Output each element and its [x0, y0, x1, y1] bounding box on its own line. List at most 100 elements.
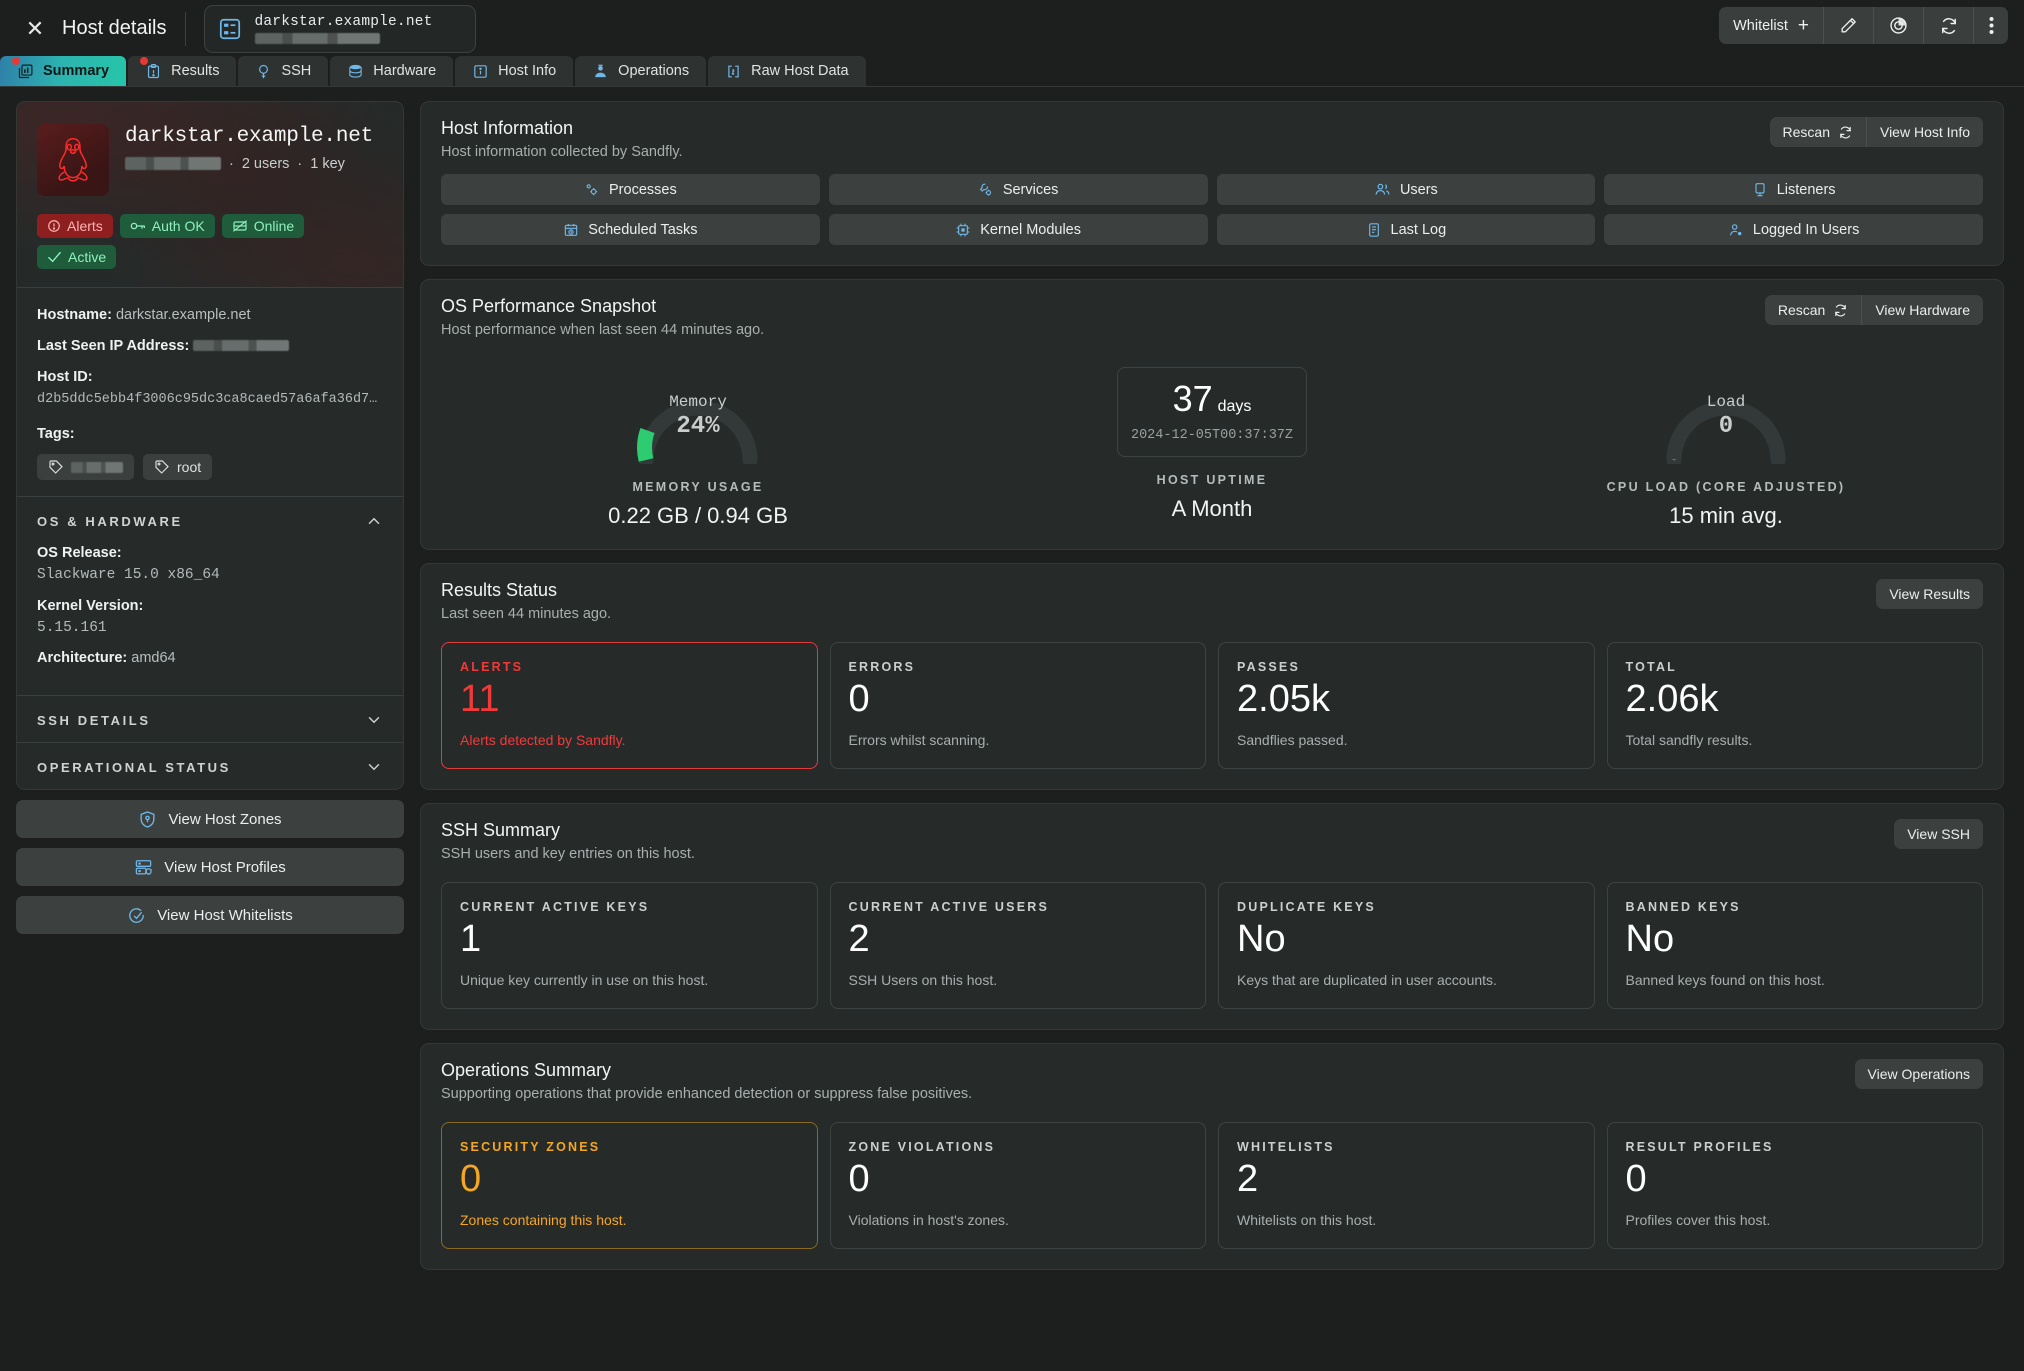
scan-target-button[interactable]: [1874, 7, 1924, 44]
stat-description: Banned keys found on this host.: [1625, 971, 1825, 988]
database-icon: [347, 63, 364, 80]
accordion-title: OS & HARDWARE: [37, 513, 183, 529]
panel-actions: Rescan View Hardware: [1764, 295, 1983, 325]
stat-label: SECURITY ZONES: [460, 1139, 601, 1154]
view-ssh-button[interactable]: View SSH: [1894, 818, 1983, 849]
view-hardware-button[interactable]: View Hardware: [1862, 295, 1983, 325]
edit-button[interactable]: [1824, 7, 1874, 44]
memory-gauge-value: 24%: [676, 412, 720, 440]
stat-label: RESULT PROFILES: [1625, 1139, 1774, 1154]
stat-card-whitelists[interactable]: WHITELISTS 2 Whitelists on this host.: [1218, 1121, 1595, 1249]
more-options-button[interactable]: [1974, 7, 2008, 44]
processes-button[interactable]: Processes: [441, 174, 820, 205]
listeners-button[interactable]: Listeners: [1604, 174, 1983, 205]
panel-subtitle: Supporting operations that provide enhan…: [441, 1085, 973, 1102]
view-host-info-button[interactable]: View Host Info: [1867, 117, 1983, 147]
field-label: Architecture:: [37, 650, 128, 667]
stat-card-duplicate-keys[interactable]: DUPLICATE KEYS No Keys that are duplicat…: [1218, 881, 1595, 1009]
panel-subtitle: Host performance when last seen 44 minut…: [441, 322, 765, 338]
close-icon[interactable]: ✕: [20, 14, 50, 44]
memory-usage-gauge: Memory 24% MEMORY USAGE 0.22 GB / 0.94 G…: [441, 360, 955, 529]
tag-list: root: [37, 454, 383, 481]
accordion-ssh-details: SSH DETAILS: [17, 695, 403, 742]
tag-label: root: [177, 459, 202, 476]
accordion-header-os-hardware[interactable]: OS & HARDWARE: [17, 497, 403, 543]
stat-card-current-active-users[interactable]: CURRENT ACTIVE USERS 2 SSH Users on this…: [829, 881, 1206, 1009]
tab-ssh[interactable]: SSH: [238, 56, 329, 86]
stat-value: 0: [848, 1157, 870, 1200]
panel-operations-summary: Operations Summary Supporting operations…: [420, 1042, 2004, 1270]
rescan-hardware-button[interactable]: Rescan: [1765, 295, 1863, 325]
last-log-button[interactable]: Last Log: [1216, 214, 1596, 245]
view-label: View Operations: [1867, 1065, 1970, 1082]
status-badge-online[interactable]: Online: [221, 214, 305, 238]
tab-summary[interactable]: Summary: [0, 56, 127, 86]
view-results-button[interactable]: View Results: [1876, 579, 1983, 609]
stat-card-alerts[interactable]: ALERTS 11 Alerts detected by Sandfly.: [441, 642, 818, 769]
kernel-modules-button[interactable]: Kernel Modules: [828, 214, 1208, 245]
field-label: Kernel Version:: [37, 597, 144, 614]
users-button[interactable]: Users: [1216, 174, 1596, 205]
main-content: Host Information Host information collec…: [420, 87, 2024, 1370]
server-profile-icon: [134, 858, 153, 877]
stat-card-zone-violations[interactable]: ZONE VIOLATIONS 0 Violations in host's z…: [829, 1121, 1206, 1249]
rescan-label: Rescan: [1777, 302, 1826, 318]
pencil-icon: [1839, 16, 1858, 35]
tab-label: Raw Host Data: [751, 63, 849, 79]
tag-chip-root[interactable]: root: [143, 454, 213, 481]
page-title: Host details: [62, 17, 167, 39]
scheduled-tasks-button[interactable]: Scheduled Tasks: [441, 214, 820, 245]
operations-icon: [592, 63, 609, 80]
tab-label: Hardware: [373, 63, 437, 79]
accordion-header-ssh-details[interactable]: SSH DETAILS: [17, 696, 403, 742]
status-badge-active[interactable]: Active: [37, 245, 117, 269]
divider: [184, 11, 186, 46]
view-operations-button[interactable]: View Operations: [1854, 1058, 1983, 1089]
stat-description: Alerts detected by Sandfly.: [460, 731, 626, 748]
stat-card-result-profiles[interactable]: RESULT PROFILES 0 Profiles cover this ho…: [1606, 1121, 1983, 1249]
stat-card-security-zones[interactable]: SECURITY ZONES 0 Zones containing this h…: [441, 1121, 818, 1249]
stat-card-current-active-keys[interactable]: CURRENT ACTIVE KEYS 1 Unique key current…: [441, 881, 818, 1009]
view-host-profiles-button[interactable]: View Host Profiles: [16, 848, 404, 886]
tab-results[interactable]: Results: [128, 56, 237, 86]
code-brackets-icon: [725, 63, 742, 80]
panel-actions: View Operations: [1854, 1058, 1983, 1089]
target-scan-icon: [1888, 15, 1909, 36]
services-button[interactable]: Services: [828, 174, 1208, 205]
ssh-stat-cards: CURRENT ACTIVE KEYS 1 Unique key current…: [441, 881, 1983, 1009]
stat-value: 2.05k: [1237, 678, 1330, 720]
stat-label: WHITELISTS: [1237, 1139, 1335, 1154]
stat-card-passes[interactable]: PASSES 2.05k Sandflies passed.: [1218, 642, 1595, 769]
refresh-icon: [1939, 16, 1959, 36]
whitelist-button[interactable]: Whitelist +: [1719, 7, 1824, 44]
tab-hardware[interactable]: Hardware: [330, 56, 454, 86]
refresh-button[interactable]: [1924, 7, 1974, 44]
shield-key-icon: [138, 810, 157, 829]
panel-title: OS Performance Snapshot: [441, 296, 657, 316]
status-badge-alerts[interactable]: Alerts: [37, 214, 113, 238]
accordion-header-operational-status[interactable]: OPERATIONAL STATUS: [17, 743, 403, 789]
tab-operations[interactable]: Operations: [575, 56, 707, 86]
status-badge-auth[interactable]: Auth OK: [119, 214, 215, 238]
tab-label: Summary: [43, 63, 110, 79]
logged-in-users-button[interactable]: Logged In Users: [1604, 214, 1983, 245]
plus-icon: +: [1797, 15, 1809, 36]
panel-host-information: Host Information Host information collec…: [420, 101, 2004, 266]
stat-card-banned-keys[interactable]: BANNED KEYS No Banned keys found on this…: [1606, 881, 1983, 1009]
accordion-title: OPERATIONAL STATUS: [37, 759, 231, 775]
view-host-zones-button[interactable]: View Host Zones: [16, 800, 404, 838]
tag-label-redacted: [71, 461, 123, 473]
view-host-whitelists-button[interactable]: View Host Whitelists: [16, 896, 404, 934]
stat-card-total[interactable]: TOTAL 2.06k Total sandfly results.: [1606, 642, 1983, 769]
stat-card-errors[interactable]: ERRORS 0 Errors whilst scanning.: [829, 642, 1206, 769]
button-label: Processes: [609, 181, 677, 198]
button-label: View Host Whitelists: [157, 906, 293, 924]
panel-os-performance: OS Performance Snapshot Host performance…: [420, 279, 2004, 550]
tab-raw-host-data[interactable]: Raw Host Data: [708, 56, 866, 86]
host-hero: darkstar.example.net · 2 users · 1 key A…: [17, 102, 403, 288]
host-selector-chip[interactable]: darkstar.example.net: [203, 4, 476, 53]
tab-host-info[interactable]: Host Info: [455, 56, 574, 86]
rescan-host-info-button[interactable]: Rescan: [1770, 117, 1867, 147]
tag-chip[interactable]: [37, 454, 134, 481]
check-circle-icon: [127, 906, 146, 925]
